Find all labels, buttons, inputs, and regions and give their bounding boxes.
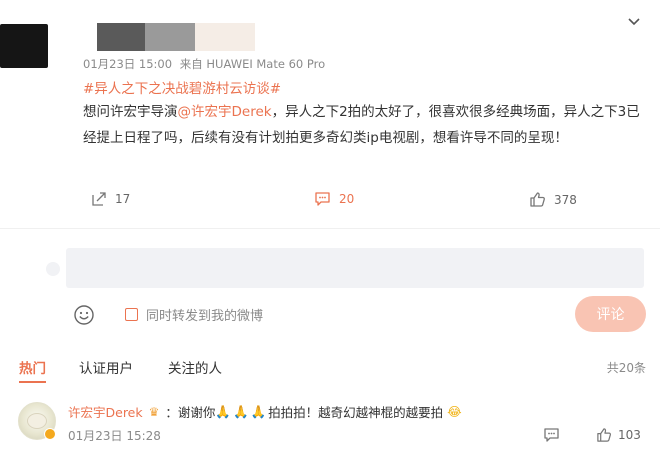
repost-button[interactable]: 17 [91,191,130,207]
crown-icon: ♛ [148,404,160,419]
comment-text-2: 拍拍拍！越奇幻越神棍的越要拍 [268,405,444,420]
comment-text-1: 谢谢你 [177,405,216,420]
submit-comment-button[interactable]: 评论 [575,296,646,332]
pray-emoji-icons: 🙏🙏🙏 [215,403,269,419]
tab-following[interactable]: 关注的人 [168,357,222,377]
comment-timestamp: 01月23日 15:28 [68,429,161,443]
tab-hot[interactable]: 热门 [19,357,46,383]
commenter-name[interactable]: 许宏宇Derek [68,402,143,421]
chevron-down-icon[interactable] [626,14,642,30]
mention-link[interactable]: @许宏宇Derek [178,104,272,120]
comment-like-button[interactable]: 103 [596,427,641,443]
comment-tabs: 热门 认证用户 关注的人 共20条 [0,357,660,383]
divider [0,228,660,229]
input-pointer [46,262,60,276]
verified-badge-icon [44,428,56,440]
comment-input[interactable] [66,248,644,288]
redacted-block [145,23,195,51]
comment-separator: ： [165,405,178,420]
thumbs-up-icon [530,192,545,207]
comment-button[interactable]: 20 [314,191,354,207]
post-content: 想问许宏宇导演@许宏宇Derek，异人之下2拍的太好了，很喜欢很多经典场面，异人… [83,99,653,151]
post-text-before: 想问许宏宇导演 [83,104,178,120]
post-actions: 17 20 378 [0,191,660,213]
post-timestamp[interactable]: 01月23日 15:00 [83,57,172,71]
repost-checkbox[interactable] [125,308,138,321]
like-count: 378 [554,192,577,207]
topic-hashtag-link[interactable]: #异人之下之决战碧游村云访谈# [83,77,281,97]
comment-reply-icon[interactable] [543,427,560,443]
comment-bubble-icon [315,192,330,206]
tab-verified-users[interactable]: 认证用户 [79,357,133,377]
like-button[interactable]: 378 [529,191,577,208]
redacted-block [195,23,255,51]
repost-count: 17 [115,192,131,206]
comment-count: 20 [339,192,355,206]
comment-like-count: 103 [618,428,641,442]
share-arrow-icon [92,192,106,206]
avatar-illustration [27,413,47,429]
thumbs-up-icon [597,428,611,442]
repost-option-label[interactable]: 同时转发到我的微博 [146,305,263,324]
comment-body: 许宏宇Derek ♛ ： 谢谢你 🙏🙏🙏 拍拍拍！越奇幻越神棍的越要拍 😂 [68,402,462,421]
smiley-icon[interactable] [73,304,95,326]
author-avatar[interactable] [0,24,48,68]
comment-total: 共20条 [606,361,646,375]
post-meta: 01月23日 15:00 来自 HUAWEI Mate 60 Pro [83,56,325,72]
post-source: 来自 HUAWEI Mate 60 Pro [179,57,326,71]
laugh-emoji-icon: 😂 [447,404,462,419]
redacted-block [97,23,145,51]
author-name-redacted[interactable] [97,23,255,51]
